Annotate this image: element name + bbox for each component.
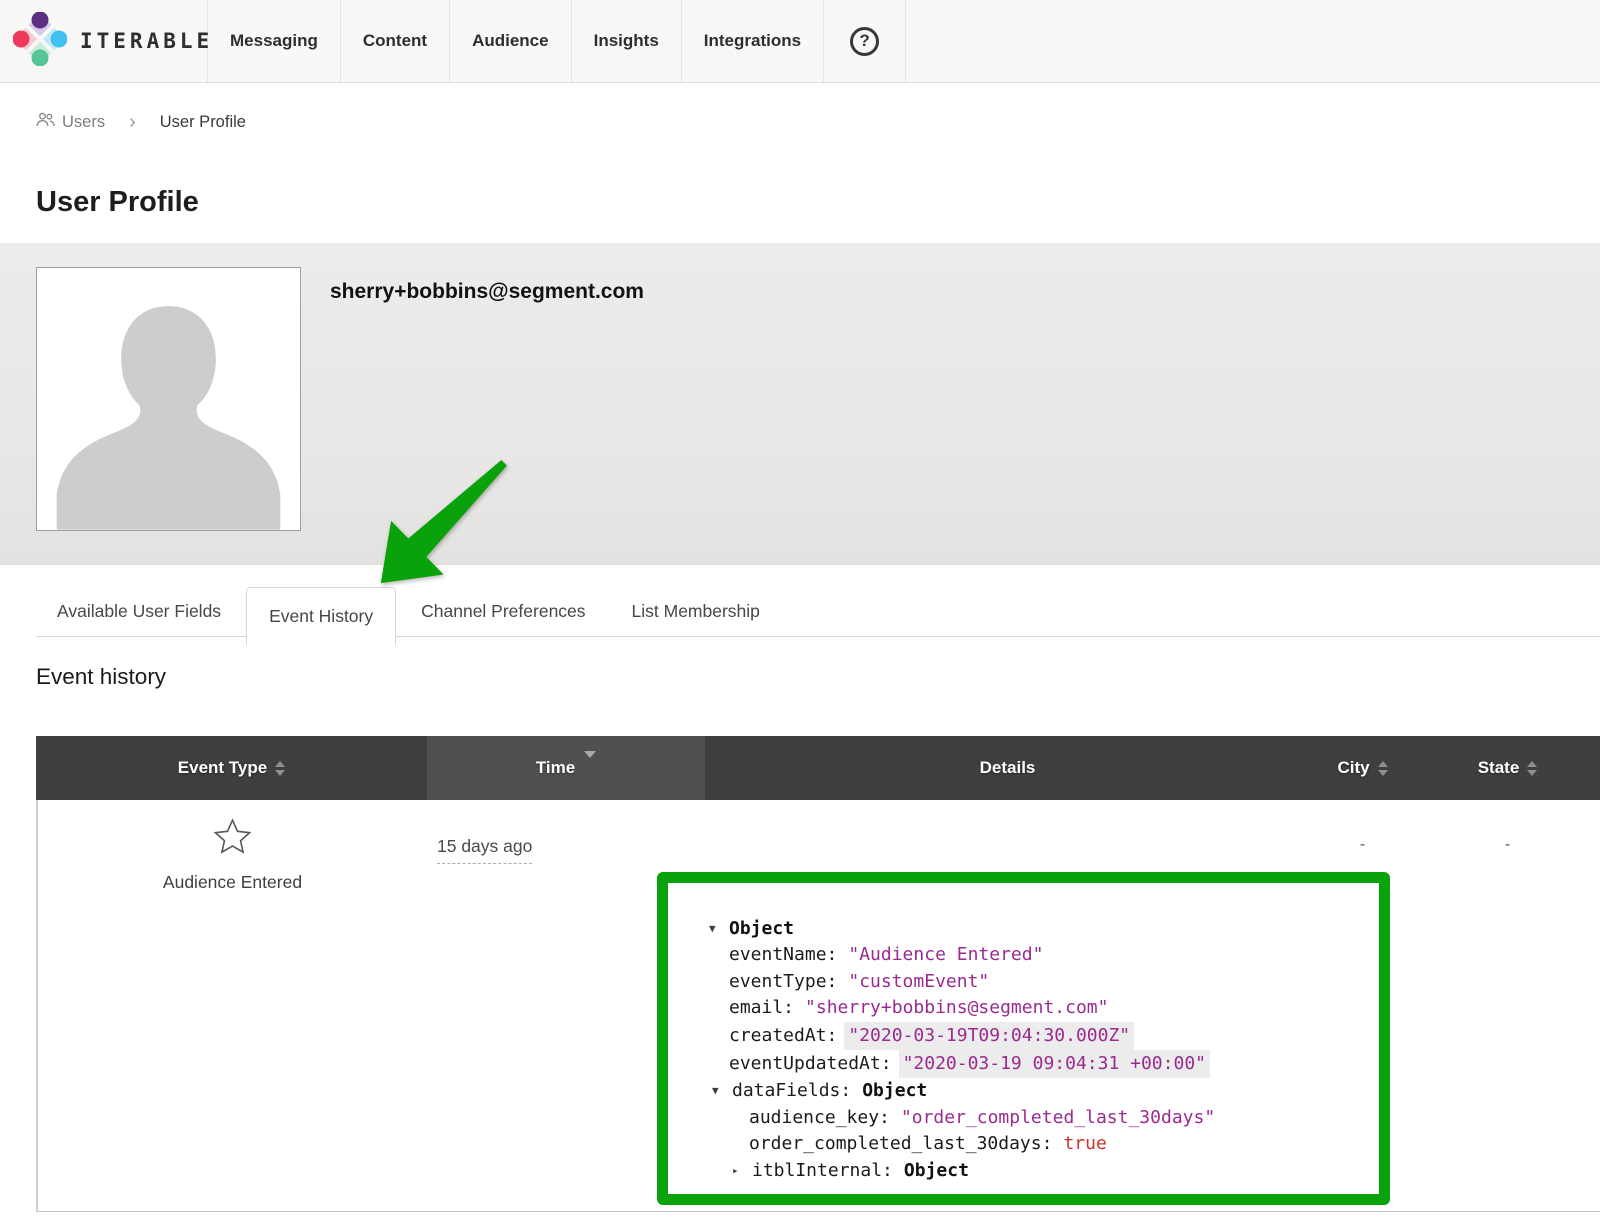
cell-state: - — [1415, 800, 1600, 1211]
nav-item-label: Content — [363, 31, 427, 51]
brand-name: ITERABLE — [80, 29, 213, 53]
json-key: dataFields: — [732, 1078, 851, 1104]
nav-item-audience[interactable]: Audience — [450, 0, 572, 82]
breadcrumb-current: User Profile — [160, 113, 246, 132]
relative-time[interactable]: 15 days ago — [437, 836, 532, 864]
column-header-city[interactable]: City — [1310, 736, 1415, 800]
iterable-logo[interactable]: ITERABLE — [0, 0, 208, 82]
nav-item-label: Insights — [594, 31, 659, 51]
json-value: "customEvent" — [848, 969, 989, 995]
json-key: eventType: — [729, 969, 837, 995]
json-value-highlighted: "2020-03-19T09:04:30.000Z" — [844, 1022, 1134, 1050]
nav-item-integrations[interactable]: Integrations — [682, 0, 824, 82]
column-header-event-type[interactable]: Event Type — [36, 736, 427, 800]
nav-item-label: Messaging — [230, 31, 318, 51]
json-line: email: "sherry+bobbins@segment.com" — [709, 995, 1369, 1021]
breadcrumb-users-link[interactable]: Users — [36, 112, 105, 132]
column-header-time[interactable]: Time — [427, 736, 705, 800]
json-key: eventName: — [729, 942, 837, 968]
top-nav: ITERABLE Messaging Content Audience Insi… — [0, 0, 1600, 83]
json-line-root: ▼ Object — [709, 916, 1369, 942]
json-line: audience_key: "order_completed_last_30da… — [709, 1105, 1369, 1131]
iterable-logo-icon — [13, 12, 67, 71]
json-object-label: Object — [904, 1158, 969, 1184]
section-heading: Event history — [36, 664, 166, 690]
json-value: "Audience Entered" — [848, 942, 1043, 968]
sort-icon — [1378, 761, 1388, 776]
city-value: - — [1360, 836, 1365, 853]
json-value-boolean: true — [1063, 1131, 1106, 1157]
annotation-arrow-icon — [366, 452, 514, 597]
breadcrumb: Users › User Profile — [36, 112, 246, 132]
star-icon — [214, 818, 251, 859]
column-header-details: Details — [705, 736, 1310, 800]
json-line: eventType: "customEvent" — [709, 969, 1369, 995]
json-object-label: Object — [862, 1078, 927, 1104]
sort-icon — [1527, 761, 1537, 776]
json-value: "sherry+bobbins@segment.com" — [805, 995, 1108, 1021]
json-key: order_completed_last_30days: — [749, 1131, 1052, 1157]
cell-event-type: Audience Entered — [38, 800, 427, 1211]
json-key: email: — [729, 995, 794, 1021]
column-label: Details — [980, 758, 1036, 778]
table-header: Event Type Time Details City — [36, 736, 1600, 800]
nav-item-label: Integrations — [704, 31, 801, 51]
tab-label: Event History — [269, 606, 373, 627]
json-line: eventUpdatedAt: "2020-03-19 09:04:31 +00… — [709, 1050, 1369, 1078]
annotation-highlight-box: ▼ Object eventName: "Audience Entered" e… — [657, 872, 1390, 1205]
sort-icon — [275, 761, 285, 776]
page-title: User Profile — [36, 186, 199, 219]
tab-available-user-fields[interactable]: Available User Fields — [36, 587, 242, 636]
help-glyph: ? — [859, 31, 869, 51]
users-icon — [36, 112, 55, 132]
nav-item-label: Audience — [472, 31, 549, 51]
help-button[interactable]: ? — [824, 0, 906, 82]
json-line-datafields: ▼ dataFields: Object — [709, 1078, 1369, 1104]
tab-list-membership[interactable]: List Membership — [607, 587, 781, 636]
nav-item-messaging[interactable]: Messaging — [208, 0, 341, 82]
json-line: eventName: "Audience Entered" — [709, 942, 1369, 968]
help-icon: ? — [850, 27, 879, 56]
json-key: createdAt: — [729, 1023, 837, 1049]
json-key: audience_key: — [749, 1105, 890, 1131]
json-value-highlighted: "2020-03-19 09:04:31 +00:00" — [899, 1050, 1210, 1078]
json-line: order_completed_last_30days: true — [709, 1131, 1369, 1157]
json-value: "order_completed_last_30days" — [901, 1105, 1215, 1131]
event-type-label: Audience Entered — [163, 872, 302, 893]
nav-item-insights[interactable]: Insights — [572, 0, 682, 82]
profile-hero: sherry+bobbins@segment.com — [0, 243, 1600, 565]
json-key: eventUpdatedAt: — [729, 1051, 892, 1077]
avatar — [36, 267, 301, 531]
chevron-right-icon: › — [117, 112, 148, 132]
json-key: itblInternal: — [752, 1158, 893, 1184]
collapse-toggle-icon[interactable]: ▼ — [709, 916, 729, 942]
nav-item-content[interactable]: Content — [341, 0, 450, 82]
json-object-label: Object — [729, 916, 794, 942]
expand-toggle-icon[interactable]: ▸ — [732, 1158, 752, 1184]
column-label: Event Type — [178, 758, 267, 778]
tab-label: Available User Fields — [57, 601, 221, 622]
tab-label: List Membership — [632, 601, 760, 622]
column-label: Time — [536, 758, 575, 778]
collapse-toggle-icon[interactable]: ▼ — [712, 1078, 732, 1104]
user-profile-page: ITERABLE Messaging Content Audience Insi… — [0, 0, 1600, 1219]
tab-label: Channel Preferences — [421, 601, 585, 622]
state-value: - — [1505, 836, 1510, 853]
column-header-state[interactable]: State — [1415, 736, 1600, 800]
json-line-itblinternal: ▸ itblInternal: Object — [709, 1158, 1369, 1184]
column-label: City — [1337, 758, 1369, 778]
sort-desc-icon — [584, 758, 596, 778]
profile-email: sherry+bobbins@segment.com — [330, 280, 644, 304]
breadcrumb-users-label: Users — [62, 113, 105, 132]
json-line: createdAt: "2020-03-19T09:04:30.000Z" — [709, 1022, 1369, 1050]
column-label: State — [1478, 758, 1520, 778]
